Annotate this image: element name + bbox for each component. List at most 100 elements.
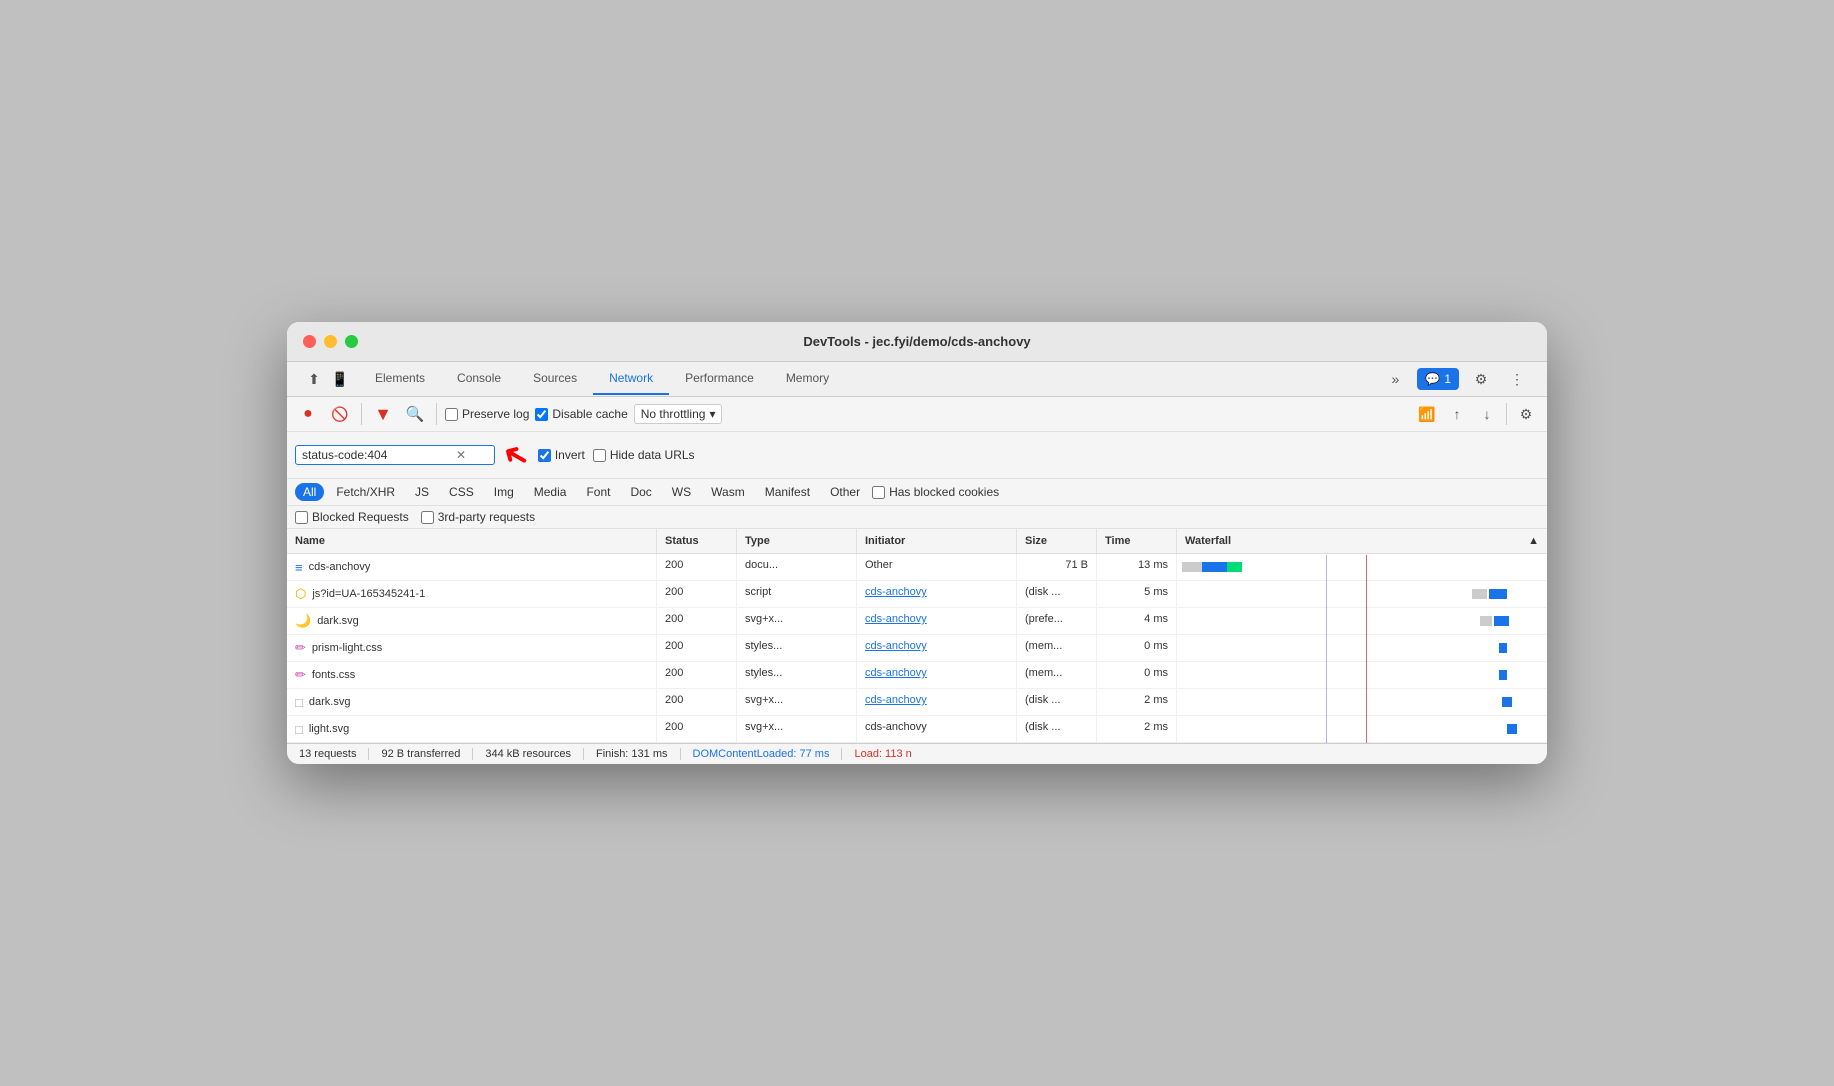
type-ws[interactable]: WS: [664, 483, 699, 501]
type-js[interactable]: JS: [407, 483, 437, 501]
tab-console[interactable]: Console: [441, 363, 517, 395]
type-doc[interactable]: Doc: [622, 483, 659, 501]
cursor-icon[interactable]: ⬆: [303, 368, 325, 390]
td-initiator: cds-anchovy: [857, 689, 1017, 715]
type-media[interactable]: Media: [526, 483, 575, 501]
type-manifest[interactable]: Manifest: [757, 483, 818, 501]
td-waterfall: [1177, 716, 1547, 742]
divider3: [1506, 403, 1507, 425]
td-initiator: cds-anchovy: [857, 581, 1017, 607]
tab-performance[interactable]: Performance: [669, 363, 770, 395]
row-name: dark.svg: [317, 615, 359, 627]
type-wasm[interactable]: Wasm: [703, 483, 753, 501]
throttle-chevron-icon: ▾: [709, 407, 715, 421]
more-options-button[interactable]: ⋮: [1503, 365, 1531, 393]
console-badge-button[interactable]: 💬 1: [1417, 368, 1459, 390]
network-settings-icon[interactable]: ⚙: [1513, 401, 1539, 427]
disable-cache-checkbox[interactable]: Disable cache: [535, 407, 627, 421]
type-font[interactable]: Font: [578, 483, 618, 501]
td-time: 2 ms: [1097, 689, 1177, 715]
wifi-icon[interactable]: 📶: [1414, 401, 1440, 427]
third-party-checkbox[interactable]: 3rd-party requests: [421, 510, 535, 524]
clear-filter-icon[interactable]: ✕: [456, 448, 466, 462]
type-css[interactable]: CSS: [441, 483, 482, 501]
td-name: 🌙 dark.svg: [287, 608, 657, 634]
table-row[interactable]: □ light.svg 200 svg+x... cds-anchovy (di…: [287, 716, 1547, 743]
minimize-button[interactable]: [324, 335, 337, 348]
search-icon[interactable]: 🔍: [402, 401, 428, 427]
type-img[interactable]: Img: [486, 483, 522, 501]
th-waterfall[interactable]: Waterfall ▲: [1177, 529, 1547, 553]
more-tabs-button[interactable]: »: [1381, 365, 1409, 393]
finish-time: Finish: 131 ms: [584, 748, 681, 760]
table-row[interactable]: □ dark.svg 200 svg+x... cds-anchovy (dis…: [287, 689, 1547, 716]
file-icon: ⬡: [295, 586, 306, 602]
row-name: dark.svg: [309, 696, 351, 708]
td-type: svg+x...: [737, 716, 857, 742]
th-type[interactable]: Type: [737, 529, 857, 553]
td-type: docu...: [737, 554, 857, 580]
td-name: □ dark.svg: [287, 689, 657, 715]
row-name: light.svg: [309, 723, 349, 735]
table-row[interactable]: ✏ prism-light.css 200 styles... cds-anch…: [287, 635, 1547, 662]
td-size: (mem...: [1017, 662, 1097, 688]
settings-button[interactable]: ⚙: [1467, 365, 1495, 393]
download-icon[interactable]: ↓: [1474, 401, 1500, 427]
window-title: DevTools - jec.fyi/demo/cds-anchovy: [803, 334, 1030, 349]
td-type: styles...: [737, 635, 857, 661]
table-row[interactable]: ⬡ js?id=UA-165345241-1 200 script cds-an…: [287, 581, 1547, 608]
th-time[interactable]: Time: [1097, 529, 1177, 553]
file-icon: 🌙: [295, 613, 311, 629]
blocked-requests-checkbox[interactable]: Blocked Requests: [295, 510, 409, 524]
throttle-selector[interactable]: No throttling ▾: [634, 404, 723, 424]
td-waterfall: [1177, 635, 1547, 661]
disable-cache-label: Disable cache: [552, 407, 627, 421]
th-status[interactable]: Status: [657, 529, 737, 553]
th-name[interactable]: Name: [287, 529, 657, 553]
td-status: 200: [657, 689, 737, 715]
file-icon: ✏: [295, 640, 306, 656]
filter-row2: Blocked Requests 3rd-party requests: [287, 506, 1547, 529]
table-row[interactable]: 🌙 dark.svg 200 svg+x... cds-anchovy (pre…: [287, 608, 1547, 635]
td-size: (disk ...: [1017, 689, 1097, 715]
tab-memory[interactable]: Memory: [770, 363, 845, 395]
hide-data-urls-checkbox[interactable]: Hide data URLs: [593, 448, 695, 462]
type-fetch-xhr[interactable]: Fetch/XHR: [328, 483, 403, 501]
devtools-window: DevTools - jec.fyi/demo/cds-anchovy ⬆ 📱 …: [287, 322, 1547, 764]
type-all[interactable]: All: [295, 483, 324, 501]
titlebar: DevTools - jec.fyi/demo/cds-anchovy: [287, 322, 1547, 362]
td-initiator: cds-anchovy: [857, 608, 1017, 634]
td-waterfall: [1177, 689, 1547, 715]
type-other[interactable]: Other: [822, 483, 868, 501]
invert-checkbox[interactable]: Invert: [538, 448, 585, 462]
tab-elements[interactable]: Elements: [359, 363, 441, 395]
table-row[interactable]: ≡ cds-anchovy 200 docu... Other 71 B 13 …: [287, 554, 1547, 581]
preserve-log-checkbox[interactable]: Preserve log: [445, 407, 529, 421]
close-button[interactable]: [303, 335, 316, 348]
clear-button[interactable]: 🚫: [327, 401, 353, 427]
table-row[interactable]: ✏ fonts.css 200 styles... cds-anchovy (m…: [287, 662, 1547, 689]
has-blocked-cookies-checkbox[interactable]: Has blocked cookies: [872, 485, 999, 499]
td-time: 13 ms: [1097, 554, 1177, 580]
tab-network[interactable]: Network: [593, 363, 669, 395]
device-icon[interactable]: 📱: [329, 368, 351, 390]
record-button[interactable]: ●: [295, 401, 321, 427]
tab-sources[interactable]: Sources: [517, 363, 593, 395]
maximize-button[interactable]: [345, 335, 358, 348]
td-status: 200: [657, 635, 737, 661]
td-type: svg+x...: [737, 608, 857, 634]
network-table: Name Status Type Initiator Size Time Wat…: [287, 529, 1547, 743]
transferred-size: 92 B transferred: [369, 748, 473, 760]
filter-icon[interactable]: ▼: [370, 401, 396, 427]
th-initiator[interactable]: Initiator: [857, 529, 1017, 553]
td-status: 200: [657, 608, 737, 634]
row-name: fonts.css: [312, 669, 355, 681]
td-initiator: cds-anchovy: [857, 716, 1017, 742]
invert-label: Invert: [555, 448, 585, 462]
filter-input[interactable]: [302, 448, 452, 462]
row-name: cds-anchovy: [309, 561, 371, 573]
traffic-lights: [303, 335, 358, 348]
upload-icon[interactable]: ↑: [1444, 401, 1470, 427]
td-status: 200: [657, 716, 737, 742]
th-size[interactable]: Size: [1017, 529, 1097, 553]
